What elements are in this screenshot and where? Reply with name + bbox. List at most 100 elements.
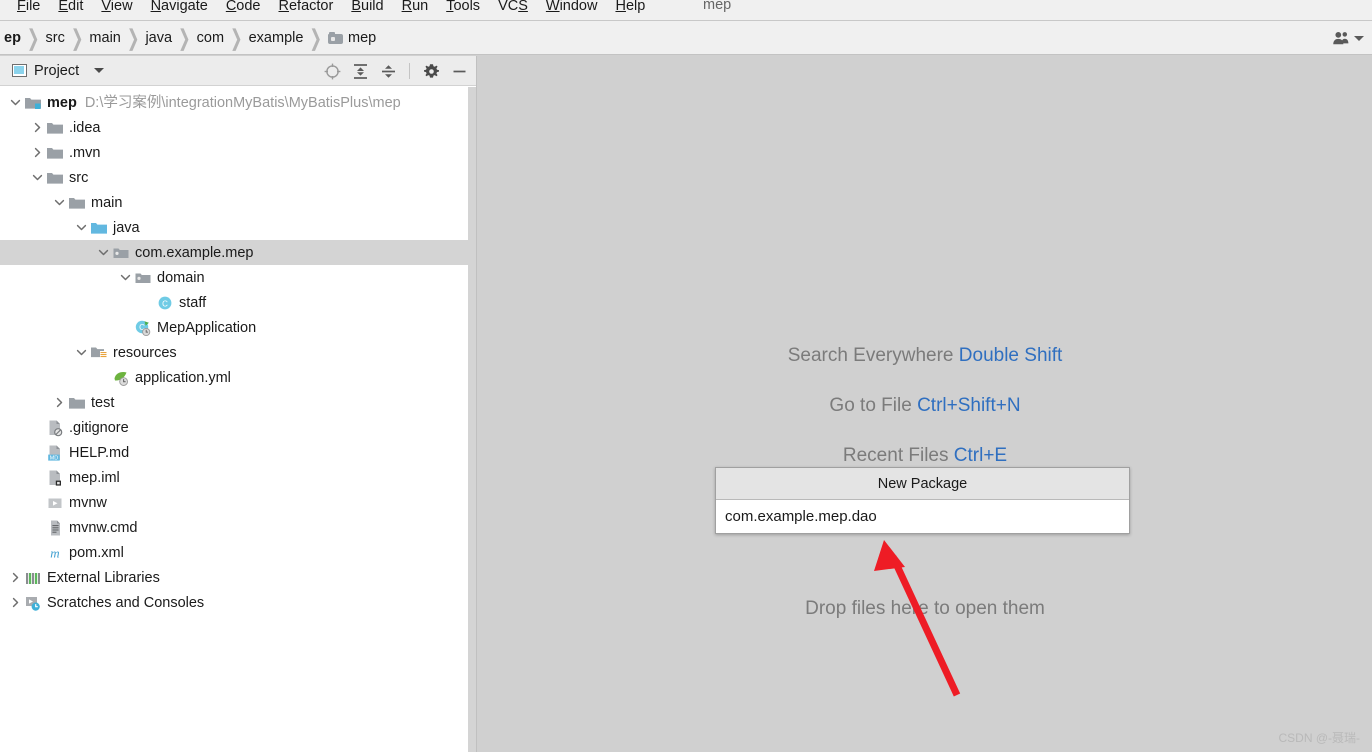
navbar-right-controls — [1332, 21, 1364, 54]
script-file-icon — [46, 494, 64, 512]
breadcrumb-separator: ❯ — [178, 25, 191, 52]
chevron-right-icon[interactable] — [6, 565, 24, 590]
tree-node-label: application.yml — [135, 369, 231, 386]
tree-twisty-placeholder — [28, 465, 46, 490]
expand-all-icon[interactable] — [351, 62, 369, 80]
breadcrumb-label: ep — [4, 29, 21, 46]
tree-node-domain[interactable]: domain — [0, 265, 476, 290]
tree-node-mvnw[interactable]: mvnw — [0, 490, 476, 515]
chevron-right-icon[interactable] — [6, 590, 24, 615]
tree-node-mep.iml[interactable]: mep.iml — [0, 465, 476, 490]
menu-item-file[interactable]: File — [8, 0, 49, 20]
menu-item-vcs[interactable]: VCS — [489, 0, 537, 20]
tree-node-mepapplication[interactable]: C MepApplication — [0, 315, 476, 340]
breadcrumb-separator: ❯ — [126, 25, 140, 52]
hint-shortcut: Ctrl+E — [953, 445, 1008, 466]
menu-item-tools[interactable]: Tools — [437, 0, 489, 20]
breadcrumb-item-com[interactable]: com — [192, 30, 229, 46]
tree-node-mep[interactable]: mep D:\学习案例\integrationMyBatis\MyBatisPlu… — [0, 90, 476, 115]
tree-node-com.example.mep[interactable]: com.example.mep — [0, 240, 476, 265]
gear-icon[interactable] — [422, 62, 440, 80]
tree-twisty-placeholder — [28, 440, 46, 465]
breadcrumb-label: example — [248, 29, 304, 46]
menu-item-code[interactable]: Code — [217, 0, 270, 20]
menu-item-build[interactable]: Build — [342, 0, 392, 20]
source-folder-icon — [90, 219, 108, 237]
tree-node-.idea[interactable]: .idea — [0, 115, 476, 140]
tree-node-.mvn[interactable]: .mvn — [0, 140, 476, 165]
tree-node-label: MepApplication — [157, 319, 257, 336]
tree-node-java[interactable]: java — [0, 215, 476, 240]
breadcrumb-item-ep[interactable]: ep — [2, 30, 26, 46]
tree-node-pom.xml[interactable]: m pom.xml — [0, 540, 476, 565]
tree-node-.gitignore[interactable]: .gitignore — [0, 415, 476, 440]
hint-action: Go to File — [829, 395, 918, 416]
menu-item-edit[interactable]: Edit — [49, 0, 92, 20]
tree-node-src[interactable]: src — [0, 165, 476, 190]
collapse-all-icon[interactable] — [379, 62, 397, 80]
chevron-down-icon[interactable] — [72, 340, 90, 365]
tree-twisty-placeholder — [28, 490, 46, 515]
minimize-icon[interactable] — [450, 62, 468, 80]
breadcrumb-item-src[interactable]: src — [41, 30, 70, 46]
tree-node-test[interactable]: test — [0, 390, 476, 415]
people-icon[interactable] — [1332, 29, 1350, 47]
chevron-down-icon[interactable] — [94, 68, 105, 73]
tree-node-mvnw.cmd[interactable]: mvnw.cmd — [0, 515, 476, 540]
tree-node-label: domain — [157, 269, 205, 286]
tree-node-label: java — [113, 219, 140, 236]
project-panel-title-group[interactable]: Project — [0, 63, 105, 79]
spring-boot-class-icon: C — [134, 319, 152, 337]
tree-node-scratches-and-consoles[interactable]: Scratches and Consoles — [0, 590, 476, 615]
chevron-down-icon[interactable] — [6, 90, 24, 115]
new-package-dialog-title: New Package — [716, 468, 1129, 500]
menu-item-view[interactable]: View — [92, 0, 141, 20]
tree-node-label: .mvn — [69, 144, 101, 161]
tree-node-staff[interactable]: Cstaff — [0, 290, 476, 315]
chevron-down-icon[interactable] — [94, 240, 112, 265]
new-package-name-input[interactable] — [716, 500, 1129, 533]
chevron-down-icon[interactable] — [72, 215, 90, 240]
scratches-icon — [24, 594, 42, 612]
window-title: mep — [703, 0, 732, 13]
tree-node-main[interactable]: main — [0, 190, 476, 215]
menu-item-refactor[interactable]: Refactor — [270, 0, 343, 20]
breadcrumb-item-java[interactable]: java — [140, 30, 177, 46]
project-scrollbar[interactable] — [468, 87, 476, 752]
tree-node-external-libraries[interactable]: External Libraries — [0, 565, 476, 590]
tree-node-label: mvnw — [69, 494, 107, 511]
chevron-down-icon[interactable] — [28, 165, 46, 190]
chevron-down-icon[interactable] — [116, 265, 134, 290]
java-class-icon: C — [156, 294, 174, 312]
folder-icon — [46, 144, 64, 162]
menu-bar: File Edit View Navigate Code Refactor Build Run… — [0, 0, 1372, 21]
breadcrumb-label: java — [145, 29, 173, 46]
tree-node-label: pom.xml — [69, 544, 124, 561]
chevron-right-icon[interactable] — [50, 390, 68, 415]
tree-twisty-placeholder — [28, 415, 46, 440]
chevron-down-icon[interactable] — [50, 190, 68, 215]
chevron-right-icon[interactable] — [28, 140, 46, 165]
breadcrumb-item-mep[interactable]: mep — [323, 30, 381, 46]
tree-twisty-placeholder — [28, 515, 46, 540]
tree-node-label: .idea — [69, 119, 101, 136]
menu-item-run[interactable]: Run — [393, 0, 438, 20]
tree-node-help.md[interactable]: MD HELP.md — [0, 440, 476, 465]
breadcrumb-item-example[interactable]: example — [244, 30, 309, 46]
menu-item-navigate[interactable]: Navigate — [142, 0, 217, 20]
breadcrumb-label: main — [89, 29, 121, 46]
chevron-down-icon[interactable] — [1354, 35, 1364, 41]
tree-node-label: src — [69, 169, 89, 186]
locate-icon[interactable] — [323, 62, 341, 80]
chevron-right-icon[interactable] — [28, 115, 46, 140]
project-tool-window: Project mep D:\学习案例\integrationMyBatis\M… — [0, 56, 477, 752]
tree-node-label: Scratches and Consoles — [47, 594, 205, 611]
menu-item-window[interactable]: Window — [537, 0, 607, 20]
breadcrumb-label: com — [196, 29, 225, 46]
markdown-file-icon: MD — [46, 444, 64, 462]
tree-node-application.yml[interactable]: application.yml — [0, 365, 476, 390]
tree-node-resources[interactable]: resources — [0, 340, 476, 365]
menu-item-help[interactable]: Help — [606, 0, 654, 20]
tree-node-label: External Libraries — [47, 569, 160, 586]
breadcrumb-item-main[interactable]: main — [84, 30, 125, 46]
